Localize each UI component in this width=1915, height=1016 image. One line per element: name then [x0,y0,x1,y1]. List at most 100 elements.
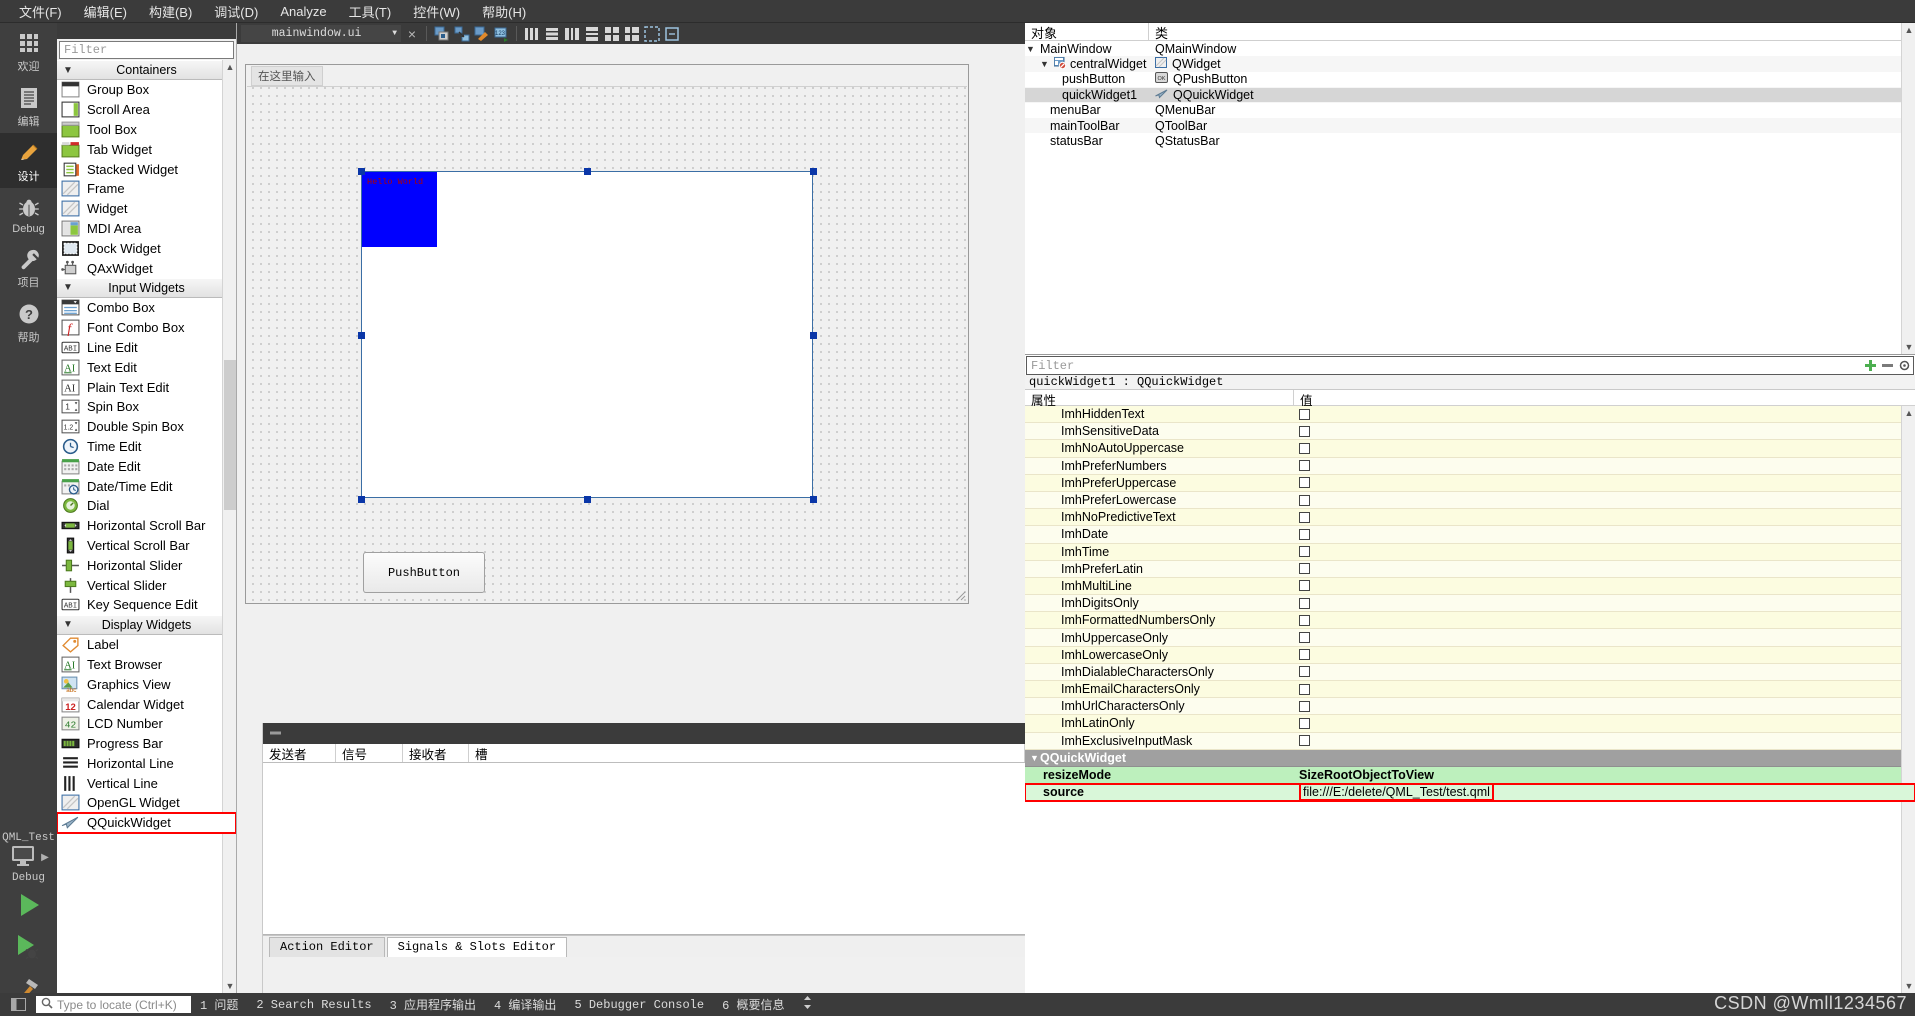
chevron-down-icon[interactable]: ▼ [1025,44,1036,54]
widget-item-opengl-widget[interactable]: OpenGL Widget [57,793,236,813]
open-file-combo[interactable]: mainwindow.ui ▼ [241,25,401,42]
locator-input[interactable]: Type to locate (Ctrl+K) [36,996,191,1013]
property-row[interactable]: ImhDialableCharactersOnly [1025,663,1915,681]
layout-form-icon[interactable] [623,25,640,42]
tab-signals-slots-editor[interactable]: Signals & Slots Editor [386,937,568,957]
column-property[interactable]: 属性 [1025,390,1293,408]
design-canvas[interactable]: 在这里输入 Hello World PushButton [245,64,969,604]
widget-category-display-widgets[interactable]: ▼ Display Widgets [57,614,236,635]
widget-item-text-edit[interactable]: AI Text Edit [57,357,236,377]
widget-item-spin-box[interactable]: 1 Spin Box [57,397,236,417]
property-checkbox[interactable] [1299,700,1310,712]
property-checkbox[interactable] [1299,494,1310,506]
scroll-up-arrow-icon[interactable]: ▲ [1902,23,1915,37]
menu-item-analyze[interactable]: Analyze [269,2,337,21]
column-object[interactable]: 对象 [1025,23,1149,41]
widget-item-qquick-widget[interactable]: QQuickWidget [57,811,236,834]
edit-tab-order-icon[interactable]: 123 [493,25,510,42]
widget-item-label[interactable]: Label [57,635,236,655]
property-editor-scrollbar[interactable]: ▲ ▼ [1901,406,1915,993]
widget-item-tab-widget[interactable]: Tab Widget [57,139,236,159]
layout-splitter-h-icon[interactable] [563,25,580,42]
object-inspector-scrollbar[interactable]: ▲ ▼ [1901,23,1915,354]
widget-item-group-box[interactable]: Group Box [57,80,236,100]
output-pane-issues[interactable]: 1 问题 [191,996,247,1013]
property-checkbox[interactable] [1299,666,1310,678]
plus-icon[interactable] [1862,357,1879,374]
run-button[interactable] [6,884,52,926]
property-checkbox[interactable] [1299,563,1310,575]
mode-projects[interactable]: 项目 [0,239,57,294]
layout-grid-icon[interactable] [603,25,620,42]
scroll-down-arrow-icon[interactable]: ▼ [1902,340,1915,354]
menu-item-help[interactable]: 帮助(H) [471,0,537,23]
widget-item-text-browser[interactable]: AI Text Browser [57,655,236,675]
property-row[interactable]: ImhUppercaseOnly [1025,629,1915,647]
object-row-mainwindow[interactable]: ▼ MainWindow QMainWindow [1025,41,1915,56]
menu-item-edit[interactable]: 编辑(E) [73,0,138,23]
property-checkbox[interactable] [1299,632,1310,644]
property-checkbox[interactable] [1299,683,1310,695]
widget-item-dial[interactable]: Dial [57,496,236,516]
property-checkbox[interactable] [1299,546,1310,558]
menu-item-widgets[interactable]: 控件(W) [402,0,471,23]
widget-box-filter-input[interactable]: Filter [59,41,234,59]
widget-item-qax-widget[interactable]: QAxWidget [57,258,236,278]
edit-widgets-icon[interactable] [433,25,450,42]
resize-handle-tl[interactable] [358,168,365,175]
layout-splitter-v-icon[interactable] [583,25,600,42]
scroll-down-arrow-icon[interactable]: ▼ [223,979,236,993]
property-checkbox[interactable] [1299,408,1310,420]
output-pane-general-messages[interactable]: 6 概要信息 [713,996,793,1013]
property-value[interactable]: SizeRootObjectToView [1293,766,1915,784]
property-row[interactable]: ImhFormattedNumbersOnly [1025,612,1915,630]
widget-item-frame[interactable]: Frame [57,179,236,199]
property-checkbox[interactable] [1299,477,1310,489]
widget-item-line-edit[interactable]: ABI Line Edit [57,338,236,358]
chevron-down-icon[interactable]: ▼ [1039,59,1050,69]
property-row[interactable]: ImhTime [1025,543,1915,561]
property-checkbox[interactable] [1299,580,1310,592]
scroll-down-arrow-icon[interactable]: ▼ [1902,979,1915,993]
resize-handle-br[interactable] [810,496,817,503]
resize-handle-tr[interactable] [810,168,817,175]
widget-item-time-edit[interactable]: Time Edit [57,437,236,457]
property-row-source[interactable]: source file:///E:/delete/QML_Test/test.q… [1025,783,1915,803]
output-pane-search-results[interactable]: 2 Search Results [247,998,380,1012]
widget-item-vertical-scroll-bar[interactable]: Vertical Scroll Bar [57,536,236,556]
column-receiver[interactable]: 接收者 [403,744,469,762]
resize-handle-l[interactable] [358,332,365,339]
resize-handle-t[interactable] [584,168,591,175]
canvas-menubar[interactable]: 在这里输入 [247,66,967,87]
property-row[interactable]: ImhDate [1025,526,1915,544]
column-value[interactable]: 值 [1293,390,1915,408]
menu-type-here[interactable]: 在这里输入 [251,66,323,86]
property-row[interactable]: ImhNoAutoUppercase [1025,440,1915,458]
property-row[interactable]: ImhPreferUppercase [1025,474,1915,492]
property-row[interactable]: ImhUrlCharactersOnly [1025,698,1915,716]
property-row[interactable]: ImhPreferNumbers [1025,457,1915,475]
object-row-centralwidget[interactable]: ▼ centralWidget QWidget [1025,56,1915,72]
widget-item-stacked-widget[interactable]: Stacked Widget [57,159,236,179]
property-row[interactable]: ImhPreferLatin [1025,560,1915,578]
property-value[interactable]: file:///E:/delete/QML_Test/test.qml [1299,783,1494,802]
output-pane-debugger-console[interactable]: 5 Debugger Console [565,998,713,1012]
property-row[interactable]: ImhMultiLine [1025,577,1915,596]
object-row-statusbar[interactable]: statusBar QStatusBar [1025,133,1915,148]
kit-selector[interactable]: ▶ [8,844,49,871]
start-debugging-button[interactable] [6,926,52,968]
column-class[interactable]: 类 [1149,23,1915,41]
layout-vertically-icon[interactable] [543,25,560,42]
widget-item-date-edit[interactable]: Date Edit [57,456,236,476]
property-row-resizemode[interactable]: resizeMode SizeRootObjectToView [1025,766,1915,785]
widget-item-progress-bar[interactable]: Progress Bar [57,734,236,754]
property-row[interactable]: ImhEmailCharactersOnly [1025,681,1915,699]
widget-item-horizontal-line[interactable]: Horizontal Line [57,754,236,774]
mode-welcome[interactable]: 欢迎 [0,23,57,78]
property-row[interactable]: ImhLowercaseOnly [1025,646,1915,664]
property-checkbox[interactable] [1299,649,1310,661]
property-checkbox[interactable] [1299,614,1310,626]
mode-design[interactable]: 设计 [0,133,57,188]
widget-item-dock-widget[interactable]: Dock Widget [57,238,236,258]
mode-help[interactable]: ? 帮助 [0,294,57,349]
